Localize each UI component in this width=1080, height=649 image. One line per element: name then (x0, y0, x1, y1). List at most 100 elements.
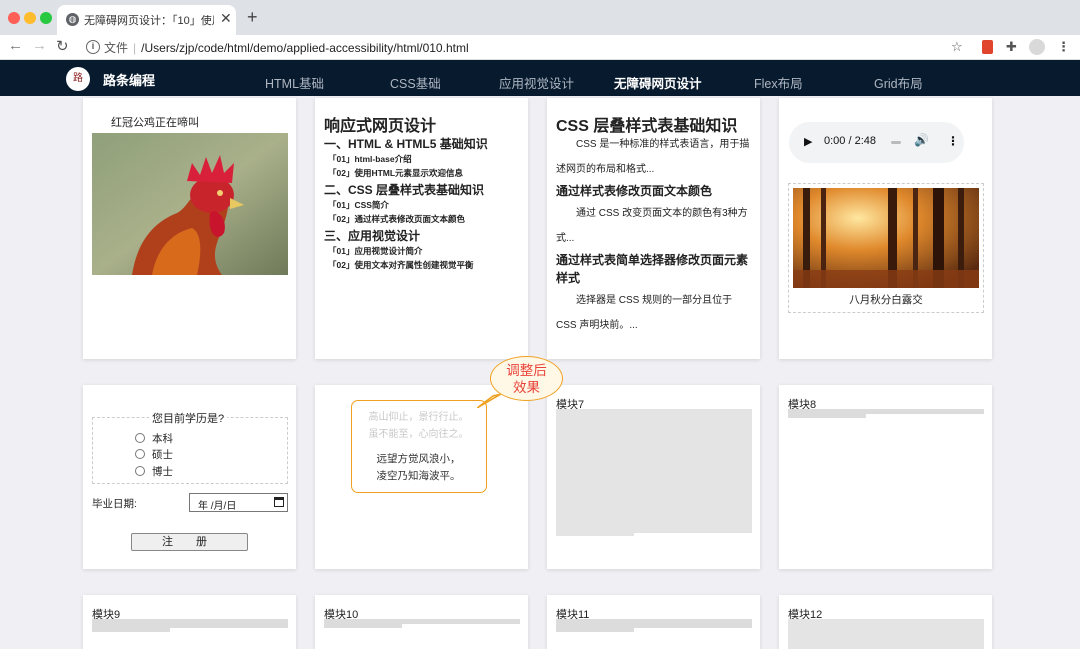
article-subheading: 通过样式表修改页面文本颜色 (556, 184, 713, 198)
nav-item-flex[interactable]: Flex布局 (754, 73, 803, 92)
radio-label: 博士 (152, 466, 173, 478)
card-outline: 响应式网页设计 一、HTML & HTML5 基础知识 「01」html-bas… (315, 98, 528, 359)
module-placeholder (92, 619, 288, 628)
radio-option-master[interactable]: 硕士 (135, 447, 173, 462)
tab-title: 无障碍网页设计：「10」使用高对比度文本提高可读性 (84, 15, 214, 27)
radio-option-doctor[interactable]: 博士 (135, 464, 173, 479)
module-placeholder (556, 409, 752, 533)
bubble-tail (477, 394, 501, 408)
radio-button[interactable] (135, 433, 145, 443)
card-css-article: CSS 层叠样式表基础知识 CSS 是一种标准的样式表语言，用于描述网页的布局和… (547, 98, 760, 359)
annotation-bubble: 调整后 效果 (490, 356, 563, 401)
more-options-icon[interactable]: ⋮ (947, 134, 959, 148)
article-subheading: 通过样式表简单选择器修改页面元素样式 (556, 253, 749, 285)
radio-button[interactable] (135, 466, 145, 476)
nav-item-css[interactable]: CSS基础 (390, 73, 441, 92)
outline-item[interactable]: 「02」通过样式表修改页面文本颜色 (328, 213, 465, 225)
register-button[interactable]: 注 册 (131, 533, 248, 551)
outline-item[interactable]: 「01」应用视觉设计简介 (328, 245, 422, 257)
poem-low-contrast: 高山仰止，景行行止。 虽不能至，心向往之。 (352, 409, 485, 443)
card-module-11: 模块11 (547, 595, 760, 649)
browser-tab-bar: ◍ 无障碍网页设计：「10」使用高对比度文本提高可读性 ✕ + (0, 0, 1080, 35)
card-module-12: 模块12 (779, 595, 992, 649)
outline-item[interactable]: 「01」CSS简介 (328, 199, 389, 211)
close-icon[interactable]: ✕ (220, 10, 232, 27)
forward-icon[interactable]: → (32, 37, 47, 54)
window-close-button[interactable] (8, 12, 20, 24)
info-icon[interactable]: i (86, 40, 100, 54)
outline-item[interactable]: 「02」使用文本对齐属性创建视觉平衡 (328, 259, 473, 271)
nav-item-accessibility[interactable]: 无障碍网页设计 (614, 73, 702, 92)
extension-icon[interactable] (982, 40, 993, 54)
image-caption: 红冠公鸡正在啼叫 (111, 117, 199, 129)
puzzle-icon[interactable]: ✚ (1006, 39, 1017, 55)
outline-item[interactable]: 「01」html-base介绍 (328, 153, 412, 165)
menu-icon[interactable]: ⋮ (1057, 39, 1070, 55)
browser-tab[interactable]: ◍ 无障碍网页设计：「10」使用高对比度文本提高可读性 ✕ (57, 5, 236, 35)
poem-line: 虽不能至，心向往之。 (368, 429, 469, 440)
reload-icon[interactable]: ↻ (56, 37, 69, 55)
date-placeholder: 年 /月/日 (198, 501, 237, 512)
poem-line: 高山仰止，景行行止。 (368, 412, 469, 423)
audio-progress-bar[interactable] (891, 141, 901, 144)
play-icon[interactable]: ▶ (804, 135, 812, 148)
site-header: 路 路条编程 HTML基础 CSS基础 应用视觉设计 无障碍网页设计 Flex布… (0, 60, 1080, 96)
poem-box: 高山仰止，景行行止。 虽不能至，心向往之。 远望方觉风浪小， 凌空乃知海波平。 (351, 400, 487, 493)
card-form: 您目前学历是? 本科 硕士 博士 毕业日期: 年 /月/日 注 册 (83, 385, 296, 569)
poem-line: 远望方觉风浪小， (376, 453, 461, 465)
profile-avatar[interactable] (1029, 39, 1045, 55)
volume-icon[interactable]: 🔊 (914, 133, 929, 147)
poem-high-contrast: 远望方觉风浪小， 凌空乃知海波平。 (352, 451, 485, 485)
card-module-10: 模块10 (315, 595, 528, 649)
poem-line: 凌空乃知海波平。 (376, 470, 461, 482)
address-bar[interactable]: 文件 | /Users/zjp/code/html/demo/applied-acc… (104, 39, 469, 56)
globe-icon: ◍ (66, 13, 79, 26)
outline-title: 响应式网页设计 (324, 118, 437, 135)
window-maximize-button[interactable] (40, 12, 52, 24)
back-icon[interactable]: ← (8, 37, 23, 54)
article-paragraph: 通过 CSS 改变页面文本的颜色有3种方式... (556, 208, 748, 244)
module-placeholder (788, 414, 866, 418)
graduation-date-label: 毕业日期: (92, 498, 137, 510)
forest-image (793, 188, 979, 288)
calendar-icon[interactable] (274, 497, 284, 507)
card-module-7: 模块7 (547, 385, 760, 569)
radio-option-bachelor[interactable]: 本科 (135, 431, 173, 446)
card-media: ▶ 0:00 / 2:48 🔊 ⋮ 八月秋分白露交 (779, 98, 992, 359)
address-path: /Users/zjp/code/html/demo/applied-access… (141, 41, 469, 55)
figure: 八月秋分白露交 (788, 183, 984, 313)
module-placeholder (556, 628, 634, 632)
outline-section-heading: 一、HTML & HTML5 基础知识 (324, 137, 488, 151)
module-placeholder (788, 619, 984, 649)
audio-time: 0:00 / 2:48 (824, 135, 876, 147)
brand-name[interactable]: 路条编程 (103, 70, 155, 89)
site-logo[interactable]: 路 (66, 67, 90, 91)
outline-section-heading: 三、应用视觉设计 (324, 229, 421, 243)
module-placeholder (324, 624, 402, 628)
address-separator: | (133, 41, 137, 55)
module-placeholder (556, 619, 752, 628)
nav-item-html[interactable]: HTML基础 (265, 73, 324, 92)
outline-section-heading: 二、CSS 层叠样式表基础知识 (324, 183, 485, 197)
graduation-date-input[interactable]: 年 /月/日 (189, 493, 288, 512)
nav-item-visual[interactable]: 应用视觉设计 (499, 73, 574, 92)
radio-label: 硕士 (152, 449, 173, 461)
nav-item-grid[interactable]: Grid布局 (874, 73, 923, 92)
outline-item[interactable]: 「02」使用HTML元素显示欢迎信息 (328, 167, 463, 179)
card-module-9: 模块9 (83, 595, 296, 649)
card-rooster: 红冠公鸡正在啼叫 (83, 98, 296, 359)
education-legend: 您目前学历是? (149, 410, 228, 426)
card-poem: 高山仰止，景行行止。 虽不能至，心向往之。 远望方觉风浪小， 凌空乃知海波平。 (315, 385, 528, 569)
module-placeholder (556, 533, 634, 536)
card-module-8: 模块8 (779, 385, 992, 569)
radio-label: 本科 (152, 433, 173, 445)
radio-button[interactable] (135, 449, 145, 459)
article-paragraph: 选择器是 CSS 规则的一部分且位于 CSS 声明块前。... (556, 295, 733, 331)
new-tab-button[interactable]: + (247, 7, 258, 28)
window-minimize-button[interactable] (24, 12, 36, 24)
audio-player[interactable]: ▶ 0:00 / 2:48 🔊 ⋮ (789, 122, 964, 163)
module-placeholder (92, 628, 170, 632)
browser-toolbar: ← → ↻ i 文件 | /Users/zjp/code/html/demo/app… (0, 35, 1080, 60)
education-fieldset (92, 417, 288, 484)
star-icon[interactable]: ☆ (951, 39, 963, 55)
